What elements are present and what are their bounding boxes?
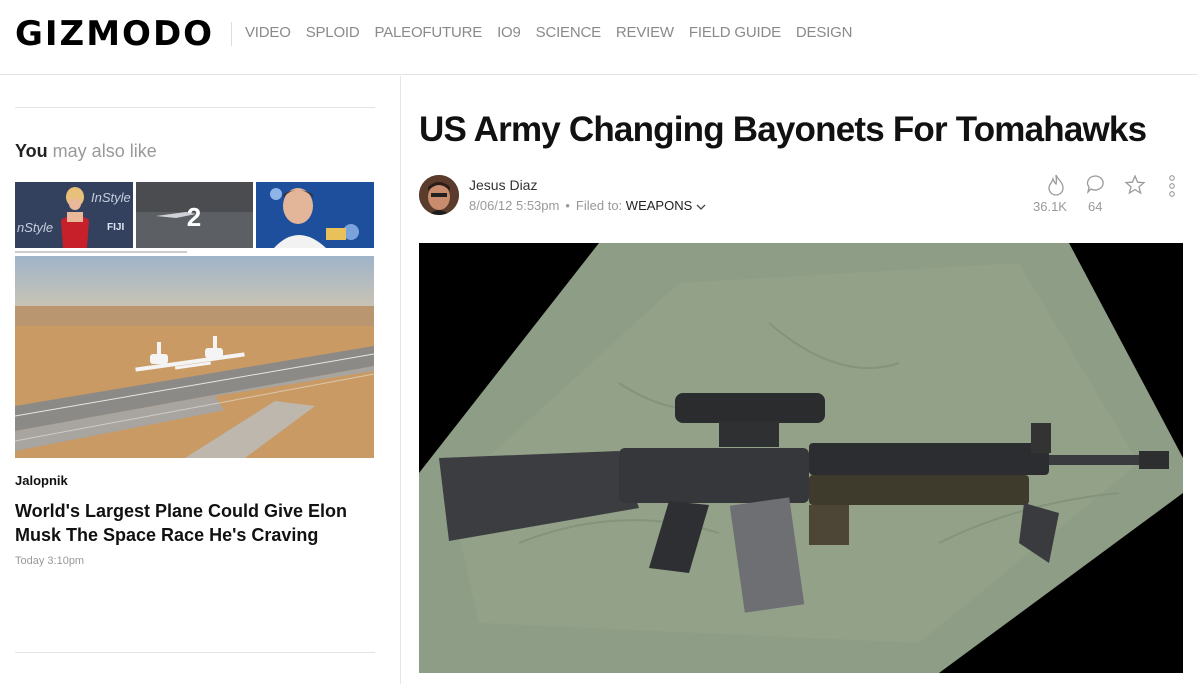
article-stats: 36.1K 64 [1032, 174, 1182, 218]
thumbnail-progress-bar [15, 251, 187, 253]
nav-item-sploid[interactable]: SPLOID [306, 24, 360, 41]
filed-tag[interactable]: WEAPONS [626, 198, 692, 213]
recommendations-heading: You may also like [15, 141, 157, 161]
thumbnail-strip: nStyle InStyle FIJI 2 [15, 182, 375, 248]
nav-item-review[interactable]: REVIEW [616, 24, 674, 41]
nav-item-science[interactable]: SCIENCE [536, 24, 601, 41]
comments-count: 64 [1088, 199, 1103, 214]
flame-icon[interactable] [1046, 174, 1066, 201]
thumbnail-athlete[interactable] [256, 182, 374, 248]
sidebar-divider-top [15, 107, 375, 108]
site-logo[interactable]: GIZMODO [15, 14, 214, 54]
column-divider [400, 76, 401, 684]
star-icon[interactable] [1124, 174, 1146, 201]
nav-item-design[interactable]: DESIGN [796, 24, 853, 41]
sidebar: You may also like nStyle InStyle FIJI 2 [15, 76, 375, 684]
nav-item-paleofuture[interactable]: PALEOFUTURE [375, 24, 483, 41]
article-meta: 8/06/12 5:53pm • Filed to: WEAPONS [469, 198, 706, 214]
sidebar-hero-image[interactable] [15, 256, 374, 458]
svg-text:nStyle: nStyle [17, 220, 53, 235]
article-hero-image[interactable] [419, 243, 1183, 673]
main-nav: VIDEO SPLOID PALEOFUTURE IO9 SCIENCE REV… [245, 24, 867, 41]
card-timestamp: Today 3:10pm [15, 555, 85, 567]
nav-item-field-guide[interactable]: FIELD GUIDE [689, 24, 781, 41]
nav-item-video[interactable]: VIDEO [245, 24, 291, 41]
svg-text:FIJI: FIJI [107, 222, 124, 233]
sidebar-divider-bottom [15, 652, 375, 653]
logo-divider [231, 22, 232, 46]
thumbnail-logo-text: InStyle [91, 190, 131, 205]
article-title: US Army Changing Bayonets For Tomahawks [419, 110, 1147, 149]
author-avatar[interactable] [419, 175, 459, 215]
author-name[interactable]: Jesus Diaz [469, 177, 537, 193]
card-title[interactable]: World's Largest Plane Could Give Elon Mu… [15, 499, 375, 547]
filed-label: Filed to: [575, 198, 623, 213]
comment-icon[interactable] [1085, 174, 1105, 201]
article-date[interactable]: 8/06/12 5:53pm [469, 198, 559, 213]
chevron-down-icon[interactable] [696, 199, 706, 214]
card-source[interactable]: Jalopnik [15, 473, 68, 488]
views-count: 36.1K [1033, 199, 1067, 214]
nav-item-io9[interactable]: IO9 [497, 24, 521, 41]
article: US Army Changing Bayonets For Tomahawks … [419, 76, 1197, 684]
gallery-count: 2 [187, 202, 201, 232]
thumbnail-red-carpet[interactable]: nStyle InStyle FIJI [15, 182, 133, 248]
thumbnail-gallery-2[interactable]: 2 [136, 182, 253, 248]
top-bar: GIZMODO VIDEO SPLOID PALEOFUTURE IO9 SCI… [0, 0, 1197, 75]
more-options-icon[interactable] [1168, 174, 1176, 205]
